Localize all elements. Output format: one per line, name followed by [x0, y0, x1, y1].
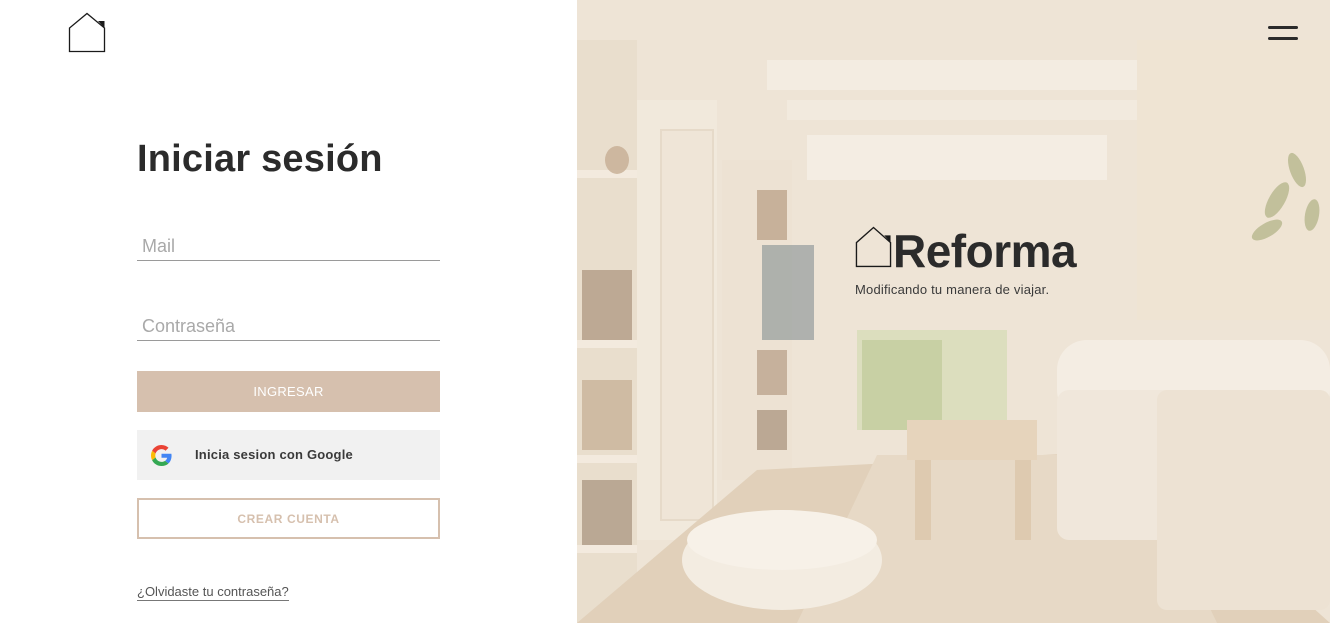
password-input[interactable]: [137, 311, 440, 341]
brand-name: Reforma: [893, 225, 1077, 277]
hero-image-panel: Reforma Modificando tu manera de viajar.: [577, 0, 1330, 623]
create-account-button[interactable]: CREAR CUENTA: [137, 498, 440, 539]
hamburger-menu-icon[interactable]: [1268, 26, 1298, 42]
google-login-label: Inicia sesion con Google: [195, 447, 353, 462]
forgot-password-link[interactable]: ¿Olvidaste tu contraseña?: [137, 584, 289, 601]
mail-input[interactable]: [137, 231, 440, 261]
living-room-photo: [577, 0, 1330, 623]
menu-bar: [1268, 37, 1298, 40]
login-panel: Iniciar sesión INGRESAR Inicia sesion co…: [0, 0, 577, 623]
page-title: Iniciar sesión: [137, 138, 383, 180]
menu-bar: [1268, 26, 1298, 29]
brand-tagline: Modificando tu manera de viajar.: [855, 282, 1050, 297]
google-login-button[interactable]: Inicia sesion con Google: [137, 430, 440, 480]
house-logo-icon: [855, 226, 892, 268]
login-button[interactable]: INGRESAR: [137, 371, 440, 412]
google-g-icon: [151, 445, 172, 466]
house-logo-icon[interactable]: [68, 12, 106, 53]
